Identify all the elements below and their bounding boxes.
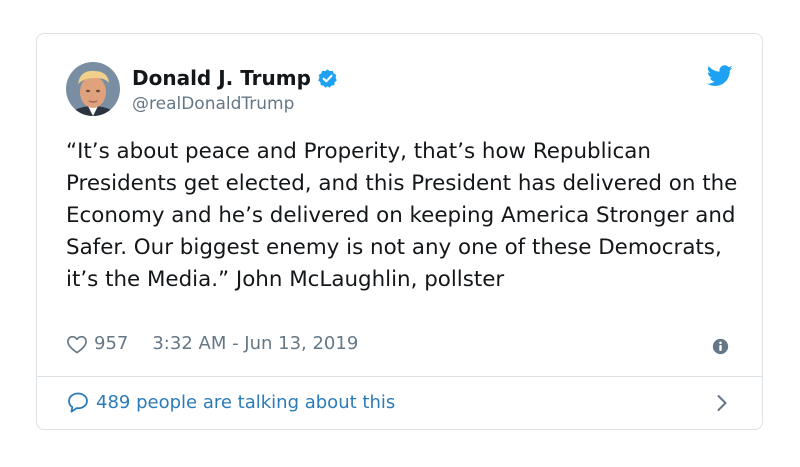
- divider: [37, 376, 762, 377]
- heart-outline-icon[interactable]: [66, 334, 88, 354]
- talking-text: people are talking about this: [136, 391, 396, 413]
- speech-bubble-icon: [66, 391, 90, 413]
- talking-count: 489: [96, 391, 131, 413]
- author-handle[interactable]: @realDonaldTrump: [132, 94, 294, 114]
- tweet-timestamp[interactable]: 3:32 AM - Jun 13, 2019: [152, 333, 358, 354]
- like-count[interactable]: 957: [94, 333, 128, 354]
- tweet-card[interactable]: Donald J. Trump @realDonaldTrump “It’s a…: [36, 33, 763, 430]
- talking-link[interactable]: 489 people are talking about this: [66, 391, 395, 413]
- avatar[interactable]: [66, 62, 120, 116]
- info-icon[interactable]: [712, 338, 729, 355]
- twitter-bird-icon[interactable]: [706, 65, 733, 87]
- chevron-right-icon[interactable]: [715, 393, 729, 413]
- author-name[interactable]: Donald J. Trump: [132, 66, 311, 90]
- tweet-text: “It’s about peace and Properity, that’s …: [66, 139, 738, 292]
- verified-badge-icon: [317, 68, 338, 89]
